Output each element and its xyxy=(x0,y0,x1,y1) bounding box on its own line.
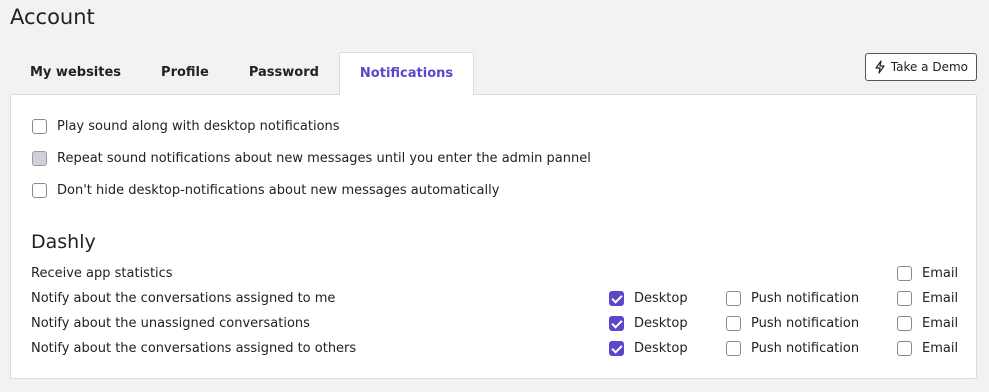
push-option[interactable]: Push notification xyxy=(726,291,859,306)
email-option[interactable]: Email xyxy=(897,341,958,356)
email-label: Email xyxy=(922,266,959,281)
email-checkbox[interactable] xyxy=(897,291,912,306)
email-option[interactable]: Email xyxy=(897,291,958,306)
email-label: Email xyxy=(922,341,959,356)
email-option[interactable]: Email xyxy=(897,266,958,281)
repeat-sound-label: Repeat sound notifications about new mes… xyxy=(57,151,591,166)
notification-row: Notify about the unassigned conversation… xyxy=(11,313,976,335)
push-checkbox[interactable] xyxy=(726,291,741,306)
desktop-option[interactable]: Desktop xyxy=(609,316,688,331)
tab-profile[interactable]: Profile xyxy=(141,52,229,94)
notification-row: Notify about the conversations assigned … xyxy=(11,338,976,360)
option-dont-hide[interactable]: Don't hide desktop-notifications about n… xyxy=(32,183,499,198)
notification-row: Receive app statistics Email xyxy=(11,263,976,285)
play-sound-checkbox[interactable] xyxy=(32,119,47,134)
email-label: Email xyxy=(922,291,959,306)
push-label: Push notification xyxy=(751,291,860,306)
take-demo-label: Take a Demo xyxy=(890,60,968,74)
tab-my-websites[interactable]: My websites xyxy=(10,52,141,94)
push-checkbox[interactable] xyxy=(726,316,741,331)
tab-notifications[interactable]: Notifications xyxy=(338,52,475,95)
email-checkbox[interactable] xyxy=(897,316,912,331)
notification-row: Notify about the conversations assigned … xyxy=(11,288,976,310)
push-checkbox[interactable] xyxy=(726,341,741,356)
push-option[interactable]: Push notification xyxy=(726,341,859,356)
lightning-icon xyxy=(874,60,886,74)
desktop-label: Desktop xyxy=(634,291,688,306)
email-checkbox[interactable] xyxy=(897,341,912,356)
notifications-panel: Play sound along with desktop notificati… xyxy=(10,94,977,379)
row-label: Notify about the unassigned conversation… xyxy=(31,316,310,331)
option-repeat-sound[interactable]: Repeat sound notifications about new mes… xyxy=(32,151,591,166)
desktop-checkbox[interactable] xyxy=(609,316,624,331)
desktop-option[interactable]: Desktop xyxy=(609,341,688,356)
email-checkbox[interactable] xyxy=(897,266,912,281)
email-label: Email xyxy=(922,316,959,331)
dont-hide-checkbox[interactable] xyxy=(32,183,47,198)
tab-bar: My websites Profile Password Notificatio… xyxy=(10,52,475,95)
push-label: Push notification xyxy=(751,341,860,356)
row-label: Notify about the conversations assigned … xyxy=(31,341,357,356)
desktop-option[interactable]: Desktop xyxy=(609,291,688,306)
page-title: Account xyxy=(10,5,95,29)
push-label: Push notification xyxy=(751,316,860,331)
tab-password[interactable]: Password xyxy=(229,52,339,94)
section-title: Dashly xyxy=(31,231,96,253)
row-label: Notify about the conversations assigned … xyxy=(31,291,336,306)
push-option[interactable]: Push notification xyxy=(726,316,859,331)
desktop-label: Desktop xyxy=(634,341,688,356)
play-sound-label: Play sound along with desktop notificati… xyxy=(57,119,340,134)
repeat-sound-checkbox[interactable] xyxy=(32,151,47,166)
email-option[interactable]: Email xyxy=(897,316,958,331)
option-play-sound[interactable]: Play sound along with desktop notificati… xyxy=(32,119,340,134)
row-label: Receive app statistics xyxy=(31,266,173,281)
desktop-label: Desktop xyxy=(634,316,688,331)
desktop-checkbox[interactable] xyxy=(609,291,624,306)
take-demo-button[interactable]: Take a Demo xyxy=(864,53,977,81)
desktop-checkbox[interactable] xyxy=(609,341,624,356)
dont-hide-label: Don't hide desktop-notifications about n… xyxy=(57,183,500,198)
